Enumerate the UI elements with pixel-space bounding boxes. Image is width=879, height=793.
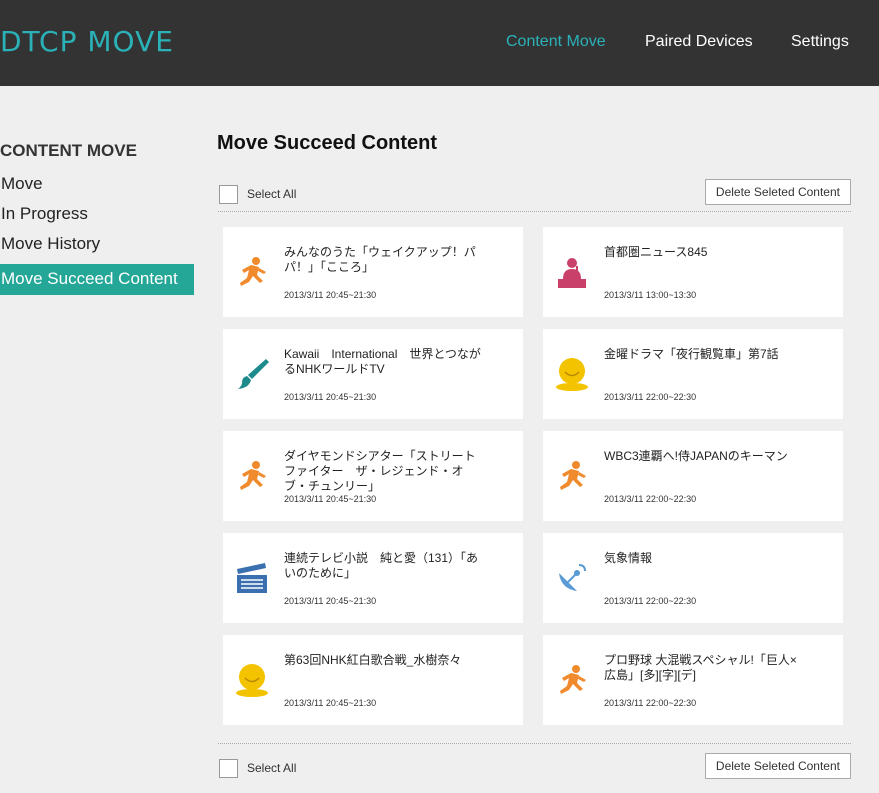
content-card[interactable]: 第63回NHK紅白歌合戦_水樹奈々 2013/3/11 20:45~21:30 bbox=[223, 635, 523, 725]
select-all-checkbox[interactable] bbox=[219, 759, 238, 778]
running-person-icon bbox=[555, 459, 589, 493]
clapperboard-icon bbox=[235, 561, 269, 595]
bottom-toolbar: Select All Delete Seleted Content bbox=[218, 753, 851, 787]
content-title: Kawaii International 世界とつながるNHKワールドTV bbox=[284, 347, 481, 376]
content-title: 気象情報 bbox=[604, 551, 653, 565]
select-all-checkbox[interactable] bbox=[219, 185, 238, 204]
divider bbox=[218, 211, 851, 212]
smiley-icon bbox=[235, 663, 269, 697]
nav-settings[interactable]: Settings bbox=[791, 33, 849, 51]
app-logo: DTCP MOVE bbox=[0, 25, 174, 58]
news-anchor-icon bbox=[555, 255, 589, 289]
sidebar-title: CONTENT MOVE bbox=[0, 141, 137, 160]
content-card[interactable]: 金曜ドラマ「夜行観覧車」第7話 2013/3/11 22:00~22:30 bbox=[543, 329, 843, 419]
sidebar-item-in-progress[interactable]: In Progress bbox=[1, 204, 88, 224]
content-time: 2013/3/11 22:00~22:30 bbox=[604, 494, 697, 504]
content-time: 2013/3/11 20:45~21:30 bbox=[284, 698, 377, 708]
content-title: WBC3連覇へ!侍JAPANのキーマン bbox=[604, 449, 788, 463]
top-header: DTCP MOVE Content Move Paired Devices Se… bbox=[0, 0, 879, 86]
content-time: 2013/3/11 20:45~21:30 bbox=[284, 290, 377, 300]
content-title: 第63回NHK紅白歌合戦_水樹奈々 bbox=[284, 653, 462, 667]
select-all-label[interactable]: Select All bbox=[247, 187, 296, 201]
running-person-icon bbox=[235, 459, 269, 493]
nav-paired-devices[interactable]: Paired Devices bbox=[645, 33, 753, 51]
page-title: Move Succeed Content bbox=[217, 132, 438, 154]
delete-selected-button[interactable]: Delete Seleted Content bbox=[704, 753, 851, 779]
top-toolbar: Select All Delete Seleted Content bbox=[218, 179, 851, 213]
content-card[interactable]: 首都圏ニュース845 2013/3/11 13:00~13:30 bbox=[543, 227, 843, 317]
content-time: 2013/3/11 20:45~21:30 bbox=[284, 494, 377, 504]
running-person-icon bbox=[555, 663, 589, 697]
content-time: 2013/3/11 20:45~21:30 bbox=[284, 392, 377, 402]
content-card[interactable]: 連続テレビ小説 純と愛（131）「あいのために」 2013/3/11 20:45… bbox=[223, 533, 523, 623]
satellite-dish-icon bbox=[555, 561, 589, 595]
select-all-label[interactable]: Select All bbox=[247, 761, 296, 775]
delete-selected-button[interactable]: Delete Seleted Content bbox=[704, 179, 851, 205]
sidebar-item-move-history[interactable]: Move History bbox=[1, 234, 100, 254]
content-time: 2013/3/11 13:00~13:30 bbox=[604, 290, 697, 300]
content-title: みんなのうた「ウェイクアップ！パパ！」「こころ」 bbox=[284, 245, 476, 274]
content-title: 連続テレビ小説 純と愛（131）「あいのために」 bbox=[284, 551, 479, 580]
content-card[interactable]: みんなのうた「ウェイクアップ！パパ！」「こころ」 2013/3/11 20:45… bbox=[223, 227, 523, 317]
content-card[interactable]: ダイヤモンドシアター「ストリートファイター ザ・レジェンド・オブ・チュンリー」 … bbox=[223, 431, 523, 521]
content-title: ダイヤモンドシアター「ストリートファイター ザ・レジェンド・オブ・チュンリー」 bbox=[284, 449, 476, 493]
content-card[interactable]: プロ野球 大混戦スペシャル!「巨人×広島」[多][字][デ] 2013/3/11… bbox=[543, 635, 843, 725]
content-title: 首都圏ニュース845 bbox=[604, 245, 708, 259]
smiley-icon bbox=[555, 357, 589, 391]
content-card[interactable]: WBC3連覇へ!侍JAPANのキーマン 2013/3/11 22:00~22:3… bbox=[543, 431, 843, 521]
sidebar-item-move[interactable]: Move bbox=[1, 174, 43, 194]
content-time: 2013/3/11 20:45~21:30 bbox=[284, 596, 377, 606]
content-time: 2013/3/11 22:00~22:30 bbox=[604, 698, 697, 708]
divider bbox=[218, 743, 851, 744]
content-time: 2013/3/11 22:00~22:30 bbox=[604, 392, 697, 402]
running-person-icon bbox=[235, 255, 269, 289]
content-card[interactable]: 気象情報 2013/3/11 22:00~22:30 bbox=[543, 533, 843, 623]
paintbrush-icon bbox=[235, 357, 269, 391]
content-time: 2013/3/11 22:00~22:30 bbox=[604, 596, 697, 606]
content-title: プロ野球 大混戦スペシャル!「巨人×広島」[多][字][デ] bbox=[604, 653, 797, 682]
content-card[interactable]: Kawaii International 世界とつながるNHKワールドTV 20… bbox=[223, 329, 523, 419]
nav-content-move[interactable]: Content Move bbox=[506, 33, 606, 51]
sidebar-item-move-succeed-content[interactable]: Move Succeed Content bbox=[0, 264, 194, 295]
content-title: 金曜ドラマ「夜行観覧車」第7話 bbox=[604, 347, 779, 361]
